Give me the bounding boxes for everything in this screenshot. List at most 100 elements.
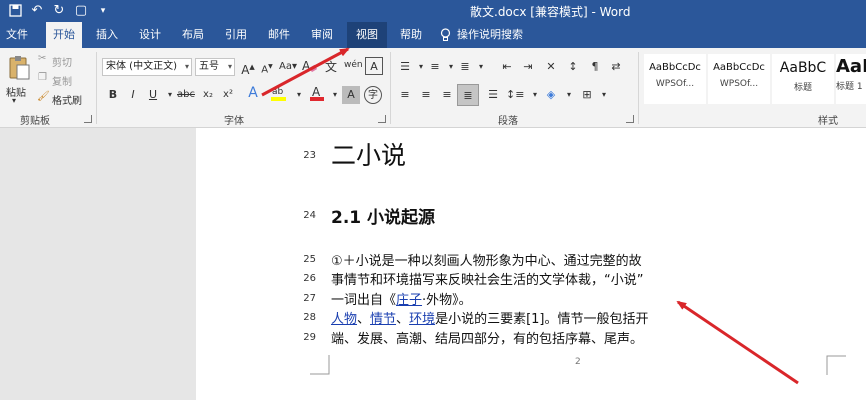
style-item-4[interactable]: AaB 标题 1 [836,54,866,104]
shading-icon[interactable]: ◈ [542,86,560,104]
heading-2[interactable]: 2.1 小说起源 [331,203,435,228]
lightbulb-icon [440,28,451,41]
paragraph-line[interactable]: ①＋小说是一种以刻画人物形象为中心、通过完整的故 [331,250,642,269]
tab-file[interactable]: 文件 [2,22,32,48]
borders-dropdown-icon[interactable]: ▾ [595,86,613,104]
tab-layout[interactable]: 布局 [176,22,210,48]
line-number: 24 [303,210,316,221]
paragraph-line[interactable]: 人物、情节、环境是小说的三要素[1]。情节一般包括开 [331,308,649,327]
paste-icon[interactable] [6,54,32,84]
tab-insert[interactable]: 插入 [90,22,124,48]
change-case-icon[interactable]: Aa▾ [279,58,297,76]
text-effects-icon[interactable]: A [244,84,262,102]
redo-icon[interactable]: ↻ [50,2,68,20]
page-number: 2 [575,357,581,367]
ribbon-home: 粘贴 ▾ ✂ 剪切 ❐ 复制 🖌 格式刷 剪贴板 宋体 (中文正文) ▾ 五号 ▾ … [0,48,866,128]
paragraph-group-label: 段落 [498,116,518,127]
tab-mailings[interactable]: 邮件 [262,22,296,48]
distributed-icon[interactable]: ☰ [484,86,502,104]
chinese-layout-icon[interactable]: ✕ [542,58,560,76]
borders-icon[interactable]: ⊞ [578,86,596,104]
hyperlink-setting[interactable]: 环境 [409,312,435,327]
align-left-icon[interactable]: ≡ [396,86,414,104]
title-bar: ↶ ↻ ▢ ▾ 散文.docx [兼容模式] - Word [0,0,866,22]
customize-qat-icon[interactable]: ▾ [94,2,112,20]
style-sample: AaBbC [779,60,827,76]
underline-icon[interactable]: U [144,86,162,104]
font-color-icon[interactable]: A [308,84,326,102]
style-name: WPSOf... [719,79,759,89]
strikethrough-icon[interactable]: abc [177,86,195,104]
italic-icon[interactable]: I [124,86,142,104]
line-number: 28 [303,312,316,323]
line-number: 27 [303,293,316,304]
svg-text:ab: ab [272,87,284,97]
bold-icon[interactable]: B [104,86,122,104]
highlight-dropdown-icon[interactable]: ▾ [290,86,308,104]
enclose-character-icon[interactable]: A [365,57,383,75]
tab-help[interactable]: 帮助 [394,22,428,48]
show-marks-icon[interactable]: ¶ [586,58,604,76]
justify-icon[interactable]: ≣ [457,84,479,106]
paragraph-line[interactable]: 端、发展、高潮、结局四部分，有的包括序幕、尾声。 [331,328,643,347]
tab-review[interactable]: 审阅 [305,22,339,48]
style-item-3[interactable]: AaBbC 标题 [772,54,834,104]
text-run: 一词出自《 [331,293,397,308]
tell-me-label: 操作说明搜索 [457,28,523,41]
style-item-2[interactable]: AaBbCcDc WPSOf... [708,54,770,104]
hyperlink-plot[interactable]: 情节 [370,312,396,327]
enclosed-character-icon[interactable]: 字 [364,86,382,104]
increase-indent-icon[interactable]: ⇥ [519,58,537,76]
shrink-font-icon[interactable]: A▼ [258,58,276,76]
font-group-label: 字体 [224,116,244,127]
group-separator [638,52,639,124]
paragraph-line[interactable]: 一词出自《庄子·外物》。 [331,289,472,308]
clipboard-group-label: 剪贴板 [20,116,50,127]
format-painter-button[interactable]: 格式刷 [52,92,82,107]
touch-mode-icon[interactable]: ▢ [72,2,90,20]
subscript-icon[interactable]: x₂ [199,86,217,104]
font-size-combo[interactable]: 五号 ▾ [195,58,235,76]
clipboard-launcher-icon[interactable] [84,115,92,123]
paragraph-launcher-icon[interactable] [626,115,634,123]
tell-me-search[interactable]: 操作说明搜索 [440,22,523,48]
paste-dropdown-icon[interactable]: ▾ [12,96,16,105]
clear-formatting-icon[interactable]: A [300,58,318,76]
tab-references[interactable]: 引用 [219,22,253,48]
grow-font-icon[interactable]: A▲ [239,58,257,77]
line-spacing-icon[interactable]: ↕≡ [506,86,524,104]
tab-design[interactable]: 设计 [133,22,167,48]
font-name-combo[interactable]: 宋体 (中文正文) ▾ [102,58,192,76]
superscript-icon[interactable]: x² [219,86,237,104]
line-number: 26 [303,273,316,284]
style-sample: AaB [836,56,866,77]
font-launcher-icon[interactable] [378,115,386,123]
document-title: 散文.docx [兼容模式] - Word [470,5,631,19]
save-icon[interactable] [6,2,24,20]
undo-icon[interactable]: ↶ [28,2,46,20]
sort-icon[interactable]: ↕ [564,58,582,76]
ascii-case-icon[interactable]: ⇄ [607,58,625,76]
shading-dropdown-icon[interactable]: ▾ [560,86,578,104]
style-item-1[interactable]: AaBbCcDc WPSOf... [644,54,706,104]
tab-view[interactable]: 视图 [347,22,387,48]
align-center-icon[interactable]: ≡ [417,86,435,104]
hyperlink-zhuangzi[interactable]: 庄子 [396,293,422,308]
line-number: 29 [303,332,316,343]
multilevel-dropdown-icon[interactable]: ▾ [472,58,490,76]
highlight-icon[interactable]: ab [270,84,288,102]
pinyin-guide-icon[interactable]: 文 [322,58,340,76]
cut-button[interactable]: 剪切 [52,54,72,69]
phonetic-guide-icon[interactable]: wén [344,56,363,74]
format-painter-icon: 🖌 [37,91,50,102]
tab-home[interactable]: 开始 [46,22,82,48]
copy-icon: ❐ [38,72,47,83]
heading-1[interactable]: 二小说 [331,136,406,172]
paragraph-line[interactable]: 事情节和环境描写来反映社会生活的文学体裁，“小说” [331,269,643,288]
character-shading-icon[interactable]: A [342,86,360,104]
scissors-icon: ✂ [38,53,47,64]
align-right-icon[interactable]: ≡ [438,86,456,104]
hyperlink-character[interactable]: 人物 [331,312,357,327]
decrease-indent-icon[interactable]: ⇤ [498,58,516,76]
copy-button[interactable]: 复制 [52,73,72,88]
